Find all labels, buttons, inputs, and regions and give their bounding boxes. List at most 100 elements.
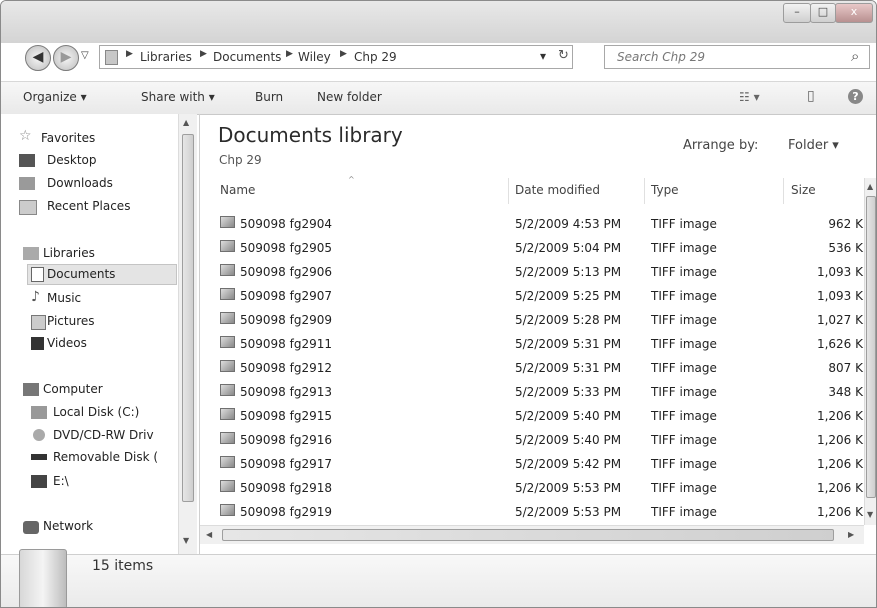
file-row[interactable]: 509098 fg2918 5/2/2009 5:53 PM TIFF image 1…	[220, 476, 865, 498]
breadcrumb-documents[interactable]: Documents	[213, 50, 281, 64]
file-date: 5/2/2009 5:25 PM	[515, 289, 622, 303]
file-name: 509098 fg2904	[240, 217, 333, 231]
maximize-button[interactable]: □	[810, 3, 836, 23]
file-name: 509098 fg2911	[240, 337, 333, 351]
file-row[interactable]: 509098 fg2917 5/2/2009 5:42 PM TIFF image 1…	[220, 452, 865, 474]
organize-menu[interactable]: Organize ▾	[23, 90, 87, 104]
burn-button[interactable]: Burn	[255, 90, 283, 104]
tiff-file-icon	[220, 480, 235, 492]
file-row[interactable]: 509098 fg2919 5/2/2009 5:53 PM TIFF image 1…	[220, 500, 865, 522]
scroll-up-arrow[interactable]: ▲	[867, 182, 873, 191]
downloads-icon	[19, 177, 35, 190]
breadcrumb-chp29[interactable]: Chp 29	[354, 50, 397, 64]
nav-computer[interactable]: Computer	[43, 382, 103, 396]
nav-network[interactable]: Network	[43, 519, 93, 533]
recent-pages-dropdown[interactable]: ▽	[81, 50, 89, 61]
file-size: 962 K	[828, 217, 863, 231]
network-icon	[23, 521, 39, 534]
file-list-vscrollbar[interactable]: ▲ ▼	[864, 178, 876, 525]
file-type: TIFF image	[651, 457, 717, 471]
close-button[interactable]: x	[835, 3, 873, 23]
column-divider	[508, 178, 509, 204]
nav-removable-disk[interactable]: Removable Disk (	[53, 450, 158, 464]
scroll-up-arrow[interactable]: ▲	[183, 118, 189, 127]
arrange-by-dropdown[interactable]: Folder ▾	[788, 138, 839, 153]
file-row[interactable]: 509098 fg2915 5/2/2009 5:40 PM TIFF image 1…	[220, 404, 865, 426]
breadcrumb-wiley[interactable]: Wiley	[298, 50, 331, 64]
nav-dvd-drive[interactable]: DVD/CD-RW Driv	[53, 428, 154, 442]
preview-pane-icon[interactable]: ▯	[807, 88, 815, 104]
tiff-file-icon	[220, 408, 235, 420]
file-row[interactable]: 509098 fg2912 5/2/2009 5:31 PM TIFF image 8…	[220, 356, 865, 378]
tiff-file-icon	[220, 240, 235, 252]
dvd-drive-icon	[33, 429, 45, 441]
breadcrumb-separator: ▶	[200, 49, 207, 59]
nav-local-disk[interactable]: Local Disk (C:)	[53, 405, 139, 419]
breadcrumb-libraries[interactable]: Libraries	[140, 50, 192, 64]
nav-e-drive[interactable]: E:\	[53, 474, 69, 488]
scroll-down-arrow[interactable]: ▼	[867, 510, 873, 519]
file-row[interactable]: 509098 fg2916 5/2/2009 5:40 PM TIFF image 1…	[220, 428, 865, 450]
details-pane: 15 items	[1, 549, 876, 607]
file-list-pane: Documents library Chp 29 Arrange by: Fol…	[199, 114, 876, 554]
tiff-file-icon	[220, 216, 235, 228]
arrange-by-label: Arrange by:	[683, 138, 759, 153]
nav-videos[interactable]: Videos	[47, 336, 87, 350]
file-list-vscroll-thumb[interactable]	[866, 196, 876, 498]
computer-icon	[23, 383, 39, 396]
column-header-name[interactable]: Name	[220, 183, 255, 197]
file-row[interactable]: 509098 fg2907 5/2/2009 5:25 PM TIFF image 1…	[220, 284, 865, 306]
file-row[interactable]: 509098 fg2904 5/2/2009 4:53 PM TIFF image 9…	[220, 212, 865, 234]
scroll-right-arrow[interactable]: ▶	[848, 530, 854, 539]
share-with-menu[interactable]: Share with ▾	[141, 90, 215, 104]
file-list-hscroll-thumb[interactable]	[222, 529, 834, 541]
file-size: 536 K	[828, 241, 863, 255]
nav-pictures[interactable]: Pictures	[47, 314, 95, 328]
file-size: 1,206 K	[816, 409, 863, 423]
nav-desktop[interactable]: Desktop	[47, 153, 97, 167]
file-row[interactable]: 509098 fg2911 5/2/2009 5:31 PM TIFF image 1…	[220, 332, 865, 354]
change-view-icon[interactable]: ☷ ▾	[739, 90, 760, 104]
back-button[interactable]: ◀	[25, 45, 51, 71]
file-size: 1,206 K	[816, 457, 863, 471]
tiff-file-icon	[220, 288, 235, 300]
minimize-button[interactable]: –	[783, 3, 811, 23]
scroll-left-arrow[interactable]: ◀	[206, 530, 212, 539]
file-row[interactable]: 509098 fg2913 5/2/2009 5:33 PM TIFF image 3…	[220, 380, 865, 402]
search-box[interactable]: Search Chp 29 ⌕	[604, 45, 870, 69]
nav-documents[interactable]: Documents	[47, 267, 115, 281]
file-row[interactable]: 509098 fg2905 5/2/2009 5:04 PM TIFF image 5…	[220, 236, 865, 258]
address-dropdown-icon[interactable]: ▾	[540, 49, 546, 63]
column-header-size[interactable]: Size	[791, 183, 816, 197]
file-list-hscrollbar[interactable]: ◀ ▶	[200, 525, 864, 544]
nav-scrollbar[interactable]: ▲ ▼	[178, 114, 197, 554]
removable-disk-icon	[31, 454, 47, 460]
address-bar[interactable]: ▶ Libraries ▶ Documents ▶ Wiley ▶ Chp 29…	[99, 45, 573, 69]
refresh-icon[interactable]: ↻	[558, 48, 569, 63]
column-header-date[interactable]: Date modified	[515, 183, 600, 197]
search-icon[interactable]: ⌕	[851, 47, 859, 65]
tiff-file-icon	[220, 336, 235, 348]
column-header-type[interactable]: Type	[651, 183, 679, 197]
new-folder-button[interactable]: New folder	[317, 90, 382, 104]
file-row[interactable]: 509098 fg2906 5/2/2009 5:13 PM TIFF image 1…	[220, 260, 865, 282]
file-date: 5/2/2009 5:31 PM	[515, 361, 622, 375]
nav-scrollbar-thumb[interactable]	[182, 134, 194, 502]
nav-recent-places[interactable]: Recent Places	[47, 199, 130, 213]
search-input[interactable]: Search Chp 29	[617, 50, 705, 64]
file-name: 509098 fg2912	[240, 361, 333, 375]
help-icon[interactable]: ?	[848, 89, 863, 104]
file-type: TIFF image	[651, 409, 717, 423]
file-type: TIFF image	[651, 481, 717, 495]
file-date: 5/2/2009 5:13 PM	[515, 265, 622, 279]
scroll-down-arrow[interactable]: ▼	[183, 536, 189, 545]
navigation-pane: ☆ Favorites Desktop Downloads Recent Pla…	[1, 114, 197, 554]
forward-button[interactable]: ▶	[53, 45, 79, 71]
nav-libraries[interactable]: Libraries	[43, 246, 95, 260]
file-name: 509098 fg2916	[240, 433, 333, 447]
nav-downloads[interactable]: Downloads	[47, 176, 113, 190]
nav-music[interactable]: Music	[47, 291, 81, 305]
nav-favorites[interactable]: Favorites	[41, 131, 95, 145]
file-date: 5/2/2009 5:33 PM	[515, 385, 622, 399]
file-row[interactable]: 509098 fg2909 5/2/2009 5:28 PM TIFF image 1…	[220, 308, 865, 330]
